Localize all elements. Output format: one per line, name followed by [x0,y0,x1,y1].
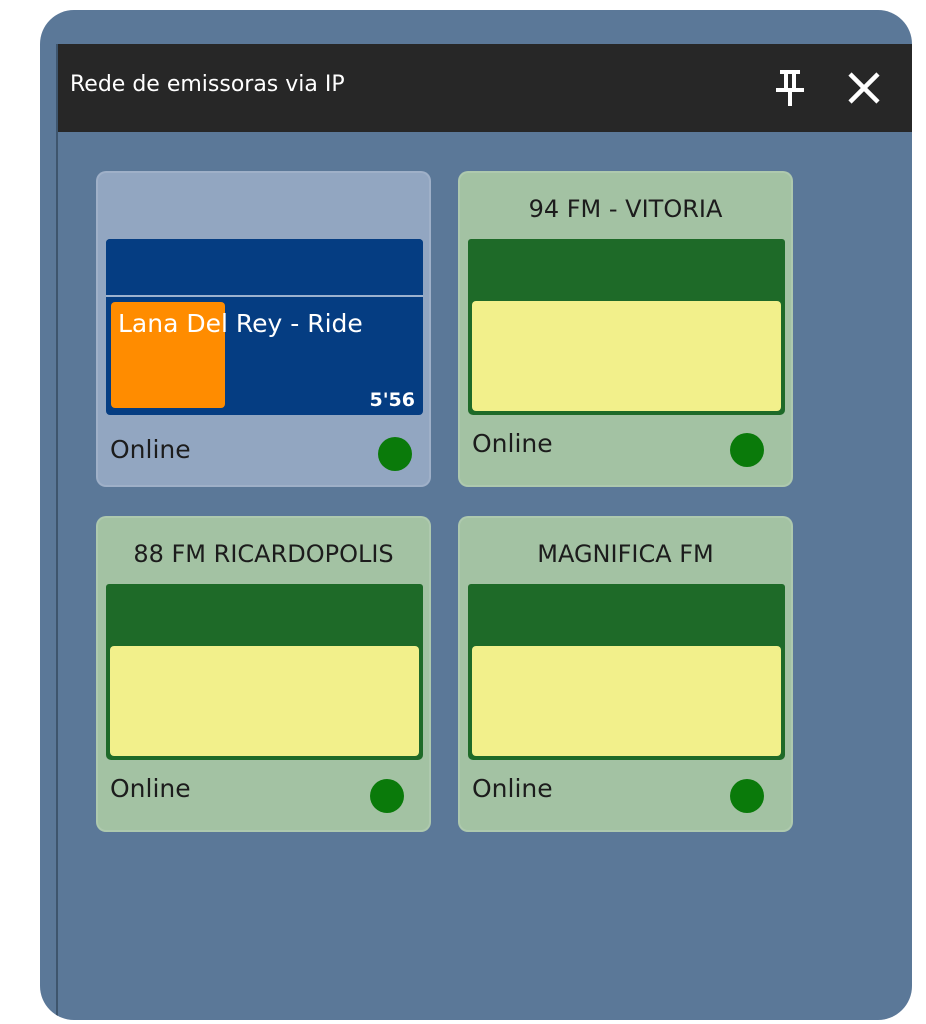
status-label: Online [472,429,553,458]
player-header [106,239,423,295]
player-divider [106,295,423,297]
station-info-box [468,297,785,415]
panel-background: Rede de emissoras via IP Lana Del Rey - [40,10,912,1020]
station-name: 88 FM RICARDOPOLIS [133,540,394,568]
station-card-playing[interactable]: Lana Del Rey - Ride 5'56 Online [96,171,431,487]
status-dot-icon [378,437,412,471]
station-card[interactable]: 88 FM RICARDOPOLIS Online [96,516,431,832]
station-bar [106,584,423,642]
station-info-area [110,646,419,756]
status-label: Online [110,774,191,803]
status-dot-icon [370,779,404,813]
song-title: Lana Del Rey - Ride [118,309,363,338]
close-button[interactable] [842,66,886,110]
titlebar: Rede de emissoras via IP [58,44,912,132]
station-info-box [106,642,423,760]
status-label: Online [110,435,191,464]
pin-icon [776,70,804,106]
song-duration: 5'56 [369,389,415,411]
station-info-area [472,646,781,756]
station-card[interactable]: MAGNIFICA FM Online [458,516,793,832]
station-info-area [472,301,781,411]
status-label: Online [472,774,553,803]
close-icon [848,72,880,104]
station-bar [468,239,785,297]
status-dot-icon [730,779,764,813]
station-bar [468,584,785,642]
window-title: Rede de emissoras via IP [70,72,345,97]
window-edge [56,44,58,1020]
now-playing-panel: Lana Del Rey - Ride 5'56 [106,239,423,415]
station-info-box [468,642,785,760]
status-dot-icon [730,433,764,467]
station-name: MAGNIFICA FM [537,540,714,568]
station-card[interactable]: 94 FM - VITORIA Online [458,171,793,487]
station-name: 94 FM - VITORIA [528,195,723,223]
pin-button[interactable] [770,66,810,110]
